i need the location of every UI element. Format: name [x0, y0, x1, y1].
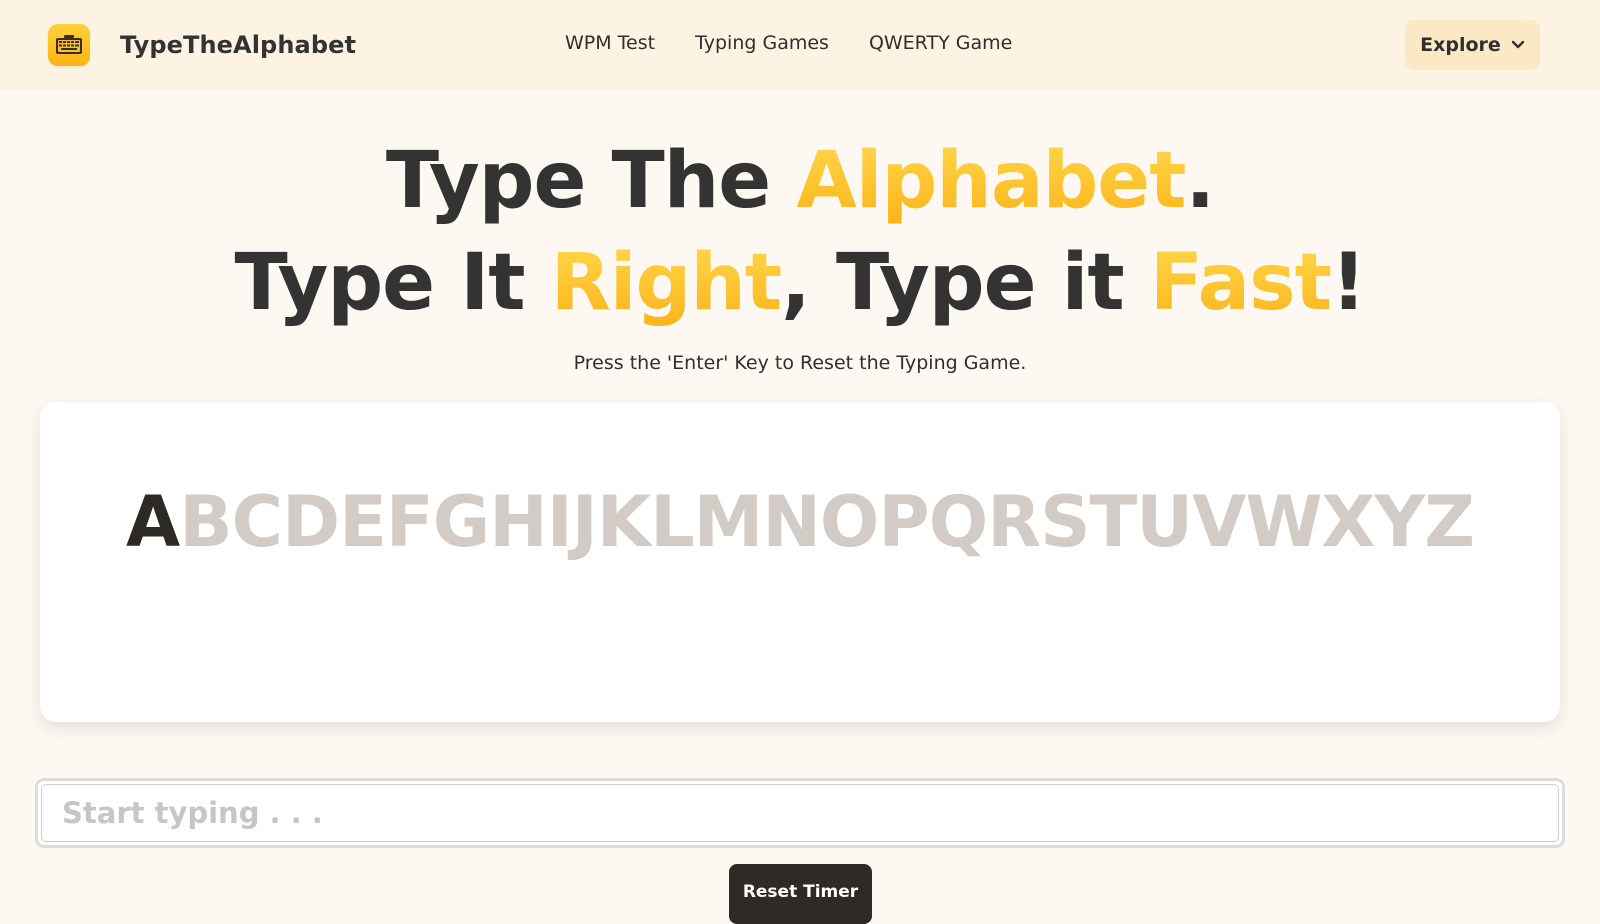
hero-line-2-exclaim: !: [1330, 238, 1367, 328]
remaining-letters: BCDEFGHIJKLMNOPQRSTUVWXYZ: [179, 481, 1475, 563]
chevron-down-icon: [1511, 40, 1525, 50]
hero-accent-fast: Fast: [1149, 238, 1332, 328]
hero-accent-alphabet: Alphabet: [796, 136, 1186, 226]
typing-input-wrapper: [35, 778, 1565, 848]
hero-accent-right: Right: [550, 238, 782, 328]
explore-dropdown-button[interactable]: Explore: [1405, 20, 1540, 70]
nav-links: WPM Test Typing Games QWERTY Game: [565, 32, 1052, 54]
alphabet-display: ABCDEFGHIJKLMNOPQRSTUVWXYZ: [100, 462, 1500, 582]
nav-link-wpm-test[interactable]: WPM Test: [565, 32, 655, 54]
typing-input[interactable]: [41, 784, 1559, 842]
hero-line-2: Type It Right, Type it Fast!: [0, 232, 1600, 334]
nav-link-typing-games[interactable]: Typing Games: [695, 32, 829, 54]
explore-label: Explore: [1420, 34, 1501, 56]
brand-name: TypeTheAlphabet: [120, 31, 357, 59]
hero-line-2-text-a: Type It: [234, 238, 551, 328]
hero-line-2-text-b: , Type it: [781, 238, 1150, 328]
navbar: TypeTheAlphabet WPM Test Typing Games QW…: [0, 0, 1600, 90]
hero-line-1: Type The Alphabet.: [0, 130, 1600, 232]
hero-line-1-text: Type The: [385, 136, 797, 226]
nav-link-qwerty-game[interactable]: QWERTY Game: [869, 32, 1012, 54]
reset-instruction: Press the 'Enter' Key to Reset the Typin…: [573, 352, 1027, 374]
hero-line-1-period: .: [1185, 136, 1215, 226]
keyboard-icon: [48, 24, 90, 66]
current-letter: A: [126, 481, 180, 563]
reset-timer-button[interactable]: Reset Timer: [729, 864, 872, 924]
brand-link[interactable]: TypeTheAlphabet: [48, 24, 356, 66]
hero-heading: Type The Alphabet. Type It Right, Type i…: [0, 130, 1600, 334]
alphabet-card: ABCDEFGHIJKLMNOPQRSTUVWXYZ: [40, 402, 1560, 722]
